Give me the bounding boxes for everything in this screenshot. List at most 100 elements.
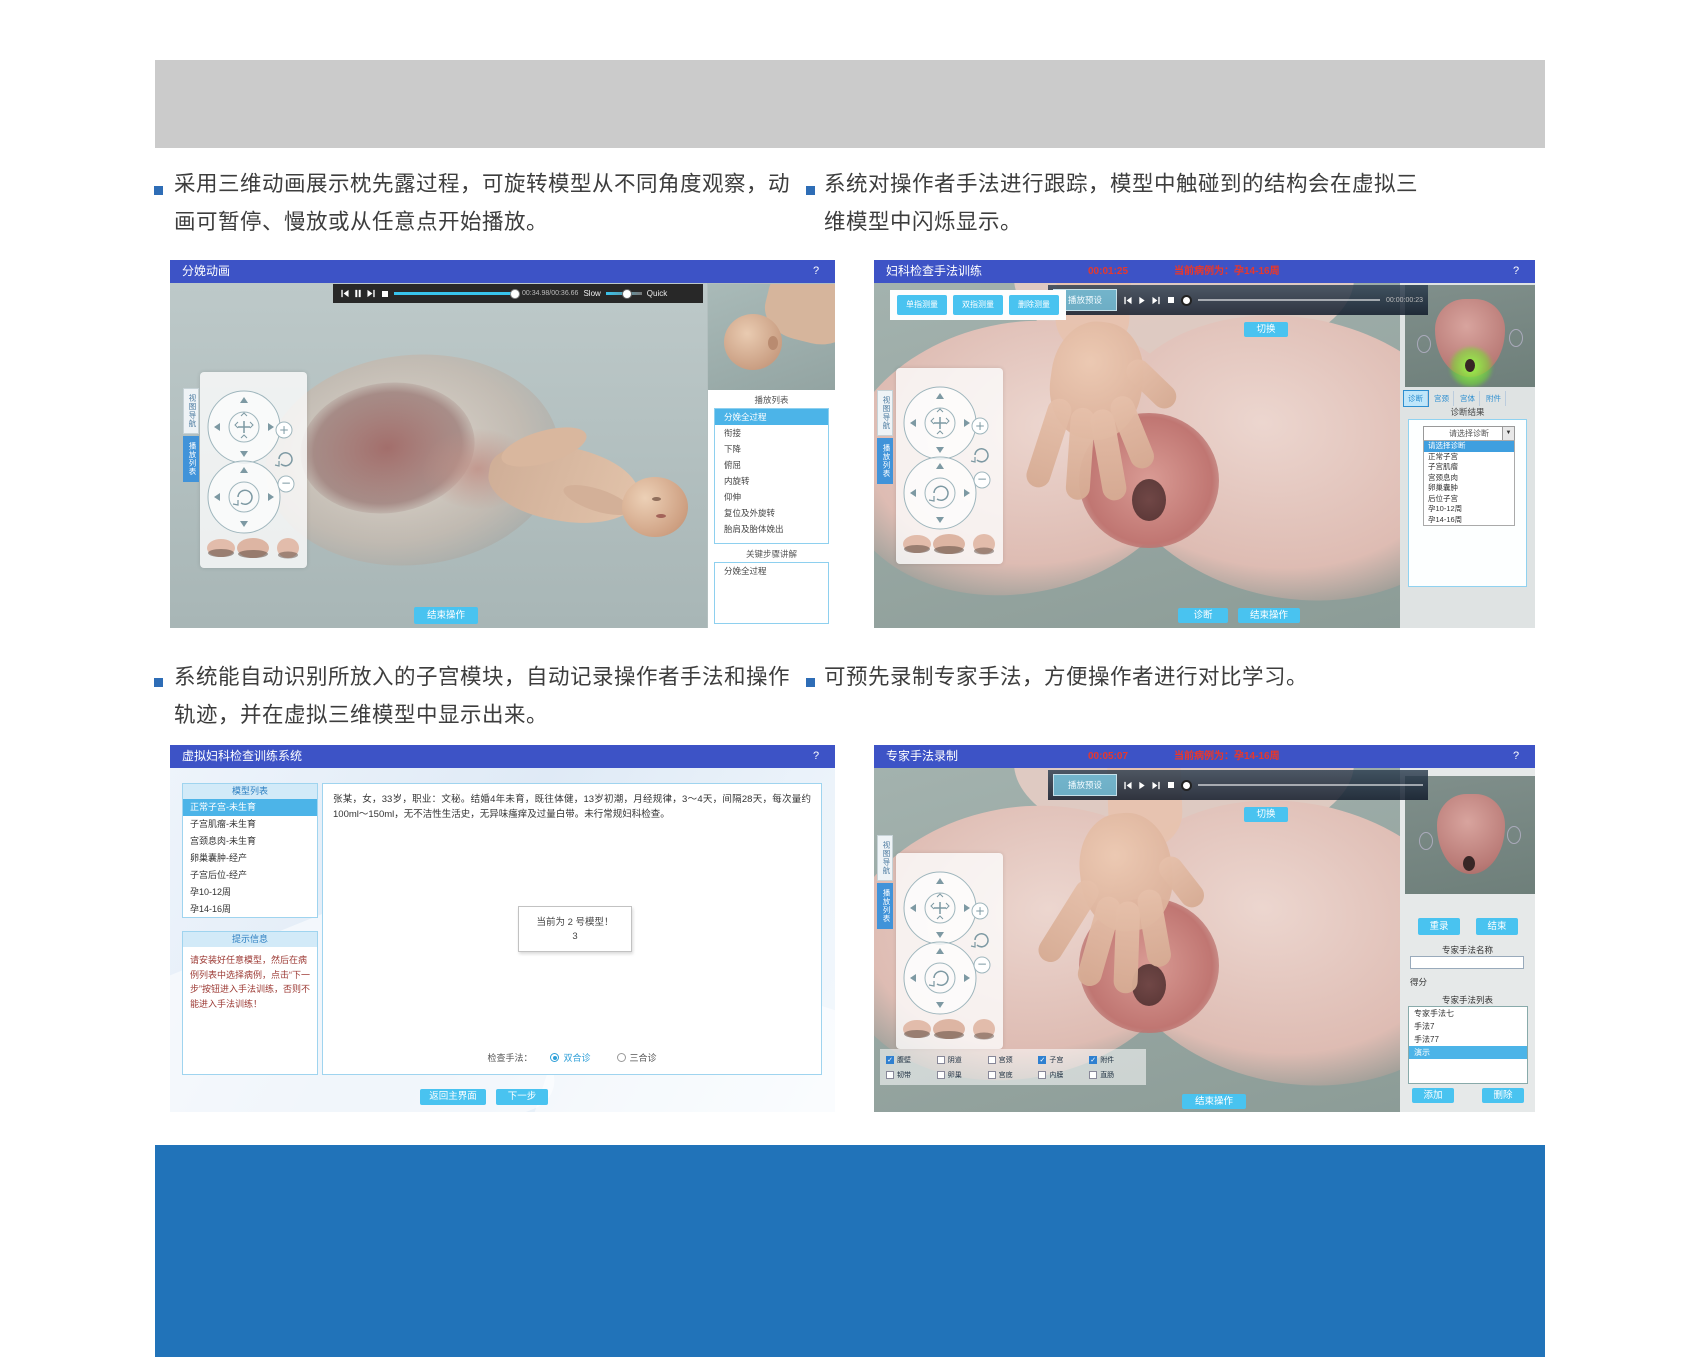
back-to-main-button[interactable]: 返回主界面 <box>420 1089 486 1105</box>
speed-slider[interactable] <box>606 292 642 295</box>
model-list-item[interactable]: 正常子宫-未生育 <box>183 799 317 816</box>
play-icon[interactable] <box>1138 781 1146 790</box>
playlist-item[interactable]: 下降 <box>715 441 828 457</box>
help-button[interactable]: ? <box>809 260 823 283</box>
diagnosis-option[interactable]: 请选择诊断 <box>1424 441 1514 452</box>
diagnosis-option[interactable]: 孕14-16周 <box>1424 515 1514 526</box>
diagnosis-option[interactable]: 正常子宫 <box>1424 452 1514 463</box>
structure-checkbox[interactable]: 内膜 <box>1038 1070 1089 1080</box>
diagnosis-option[interactable]: 后位子宫 <box>1424 494 1514 505</box>
side-tab[interactable]: 视图导航 <box>183 388 199 434</box>
view-navigation-pad[interactable]: +− <box>896 853 1003 1049</box>
diagnosis-option[interactable]: 卵巢囊肿 <box>1424 483 1514 494</box>
cervix-os <box>1463 856 1475 871</box>
structure-checkbox[interactable]: 子宫 <box>1038 1055 1089 1065</box>
side-tab[interactable]: 视图导航 <box>877 390 893 436</box>
skip-forward-icon[interactable] <box>1152 781 1161 790</box>
structure-checkbox[interactable]: 附件 <box>1089 1055 1140 1065</box>
progress-knob[interactable] <box>510 289 520 299</box>
side-tab[interactable]: 播放列表 <box>877 883 893 929</box>
structure-checkbox[interactable]: 腹壁 <box>886 1055 937 1065</box>
stop-icon[interactable] <box>381 290 389 298</box>
view-navigation-pad[interactable]: +− <box>896 368 1003 564</box>
progress-knob[interactable] <box>1181 780 1192 791</box>
model-list-item[interactable]: 孕14-16周 <box>183 901 317 918</box>
expert-name-input[interactable] <box>1410 956 1524 969</box>
progress-slider[interactable] <box>394 292 517 295</box>
structure-checkbox[interactable]: 阴道 <box>937 1055 988 1065</box>
skip-forward-icon[interactable] <box>1152 296 1161 305</box>
add-button[interactable]: 添加 <box>1412 1088 1454 1103</box>
model-list-item[interactable]: 子宫后位-经产 <box>183 867 317 884</box>
measure-button[interactable]: 双指测量 <box>953 295 1003 315</box>
model-list-item[interactable]: 孕10-12周 <box>183 884 317 901</box>
stop-icon[interactable] <box>1167 781 1175 789</box>
diagnosis-tab[interactable]: 宫颈 <box>1430 391 1454 406</box>
skip-back-icon[interactable] <box>340 289 349 298</box>
expert-list-item[interactable]: 手法77 <box>1409 1033 1527 1046</box>
side-tab[interactable]: 播放列表 <box>877 438 893 484</box>
side-tab[interactable]: 播放列表 <box>183 436 199 482</box>
play-icon[interactable] <box>1138 296 1146 305</box>
playlist-item[interactable]: 内旋转 <box>715 473 828 489</box>
end-operation-button[interactable]: 结束操作 <box>414 607 478 624</box>
model-list-item[interactable]: 子宫肌瘤-未生育 <box>183 816 317 833</box>
playlist-item[interactable]: 复位及外旋转 <box>715 505 828 521</box>
pause-icon[interactable] <box>354 289 362 298</box>
structure-checkbox[interactable]: 直肠 <box>1089 1070 1140 1080</box>
switch-view-button[interactable]: 切换 <box>1244 807 1288 822</box>
diagnosis-option[interactable]: 宫颈息肉 <box>1424 473 1514 484</box>
end-operation-button[interactable]: 结束操作 <box>1238 608 1300 623</box>
help-button[interactable]: ? <box>1509 745 1523 768</box>
method-radio[interactable]: 三合诊 <box>617 1051 657 1064</box>
progress-knob[interactable] <box>1181 295 1192 306</box>
switch-view-button[interactable]: 切换 <box>1244 322 1288 337</box>
diagnosis-option[interactable]: 子宫肌瘤 <box>1424 462 1514 473</box>
play-preset-button[interactable]: 播放预设 <box>1053 774 1117 796</box>
structure-checkbox[interactable]: 卵巢 <box>937 1070 988 1080</box>
next-step-button[interactable]: 下一步 <box>496 1089 548 1105</box>
playlist-item[interactable]: 胎肩及胎体娩出 <box>715 521 828 537</box>
score-label: 得分 <box>1410 976 1427 988</box>
help-button[interactable]: ? <box>809 745 823 768</box>
method-radio[interactable]: 双合诊 <box>550 1051 590 1064</box>
key-step-item[interactable]: 分娩全过程 <box>715 563 828 579</box>
playlist-item[interactable]: 分娩全过程 <box>715 409 828 425</box>
help-button[interactable]: ? <box>1509 260 1523 283</box>
structure-checkbox[interactable]: 韧带 <box>886 1070 937 1080</box>
fetus-view-thumbnail[interactable] <box>708 284 835 390</box>
diagnosis-option[interactable]: 孕10-12周 <box>1424 504 1514 515</box>
measure-button[interactable]: 单指测量 <box>897 295 947 315</box>
skip-back-icon[interactable] <box>1123 781 1132 790</box>
structure-checkbox[interactable]: 宫颈 <box>988 1055 1039 1065</box>
progress-track[interactable] <box>1198 784 1423 786</box>
end-operation-button[interactable]: 结束操作 <box>1182 1094 1246 1109</box>
view-navigation-pad[interactable]: +− <box>200 372 307 568</box>
expert-list-item[interactable]: 演示 <box>1409 1046 1527 1059</box>
expert-list-item[interactable]: 专家手法七 <box>1409 1007 1527 1020</box>
playlist-item[interactable]: 衔接 <box>715 425 828 441</box>
progress-track[interactable] <box>1198 299 1380 301</box>
expert-list-item[interactable]: 手法7 <box>1409 1020 1527 1033</box>
speed-knob[interactable] <box>622 289 632 299</box>
svg-text:−: − <box>977 957 987 971</box>
diagnosis-tab[interactable]: 宫体 <box>1456 391 1480 406</box>
diagnosis-tab[interactable]: 诊断 <box>1404 391 1428 406</box>
playlist-item[interactable]: 仰伸 <box>715 489 828 505</box>
measure-button[interactable]: 删除测量 <box>1009 295 1059 315</box>
structure-checkbox[interactable]: 宫底 <box>988 1070 1039 1080</box>
model-list-item[interactable]: 宫颈息肉-未生育 <box>183 833 317 850</box>
diagnose-button[interactable]: 诊断 <box>1178 608 1228 623</box>
diagnosis-tab[interactable]: 附件 <box>1482 391 1506 406</box>
skip-forward-icon[interactable] <box>367 289 376 298</box>
stop-record-button[interactable]: 结束 <box>1476 918 1518 935</box>
skip-back-icon[interactable] <box>1123 296 1132 305</box>
playlist-item[interactable]: 俯屈 <box>715 457 828 473</box>
side-tab[interactable]: 视图导航 <box>877 835 893 881</box>
re-record-button[interactable]: 重录 <box>1418 918 1460 935</box>
diagnosis-select[interactable]: 请选择诊断 ▼ <box>1423 426 1515 441</box>
chevron-down-icon[interactable]: ▼ <box>1502 427 1514 440</box>
model-list-item[interactable]: 卵巢囊肿-经产 <box>183 850 317 867</box>
delete-button[interactable]: 删除 <box>1482 1088 1524 1103</box>
stop-icon[interactable] <box>1167 296 1175 304</box>
